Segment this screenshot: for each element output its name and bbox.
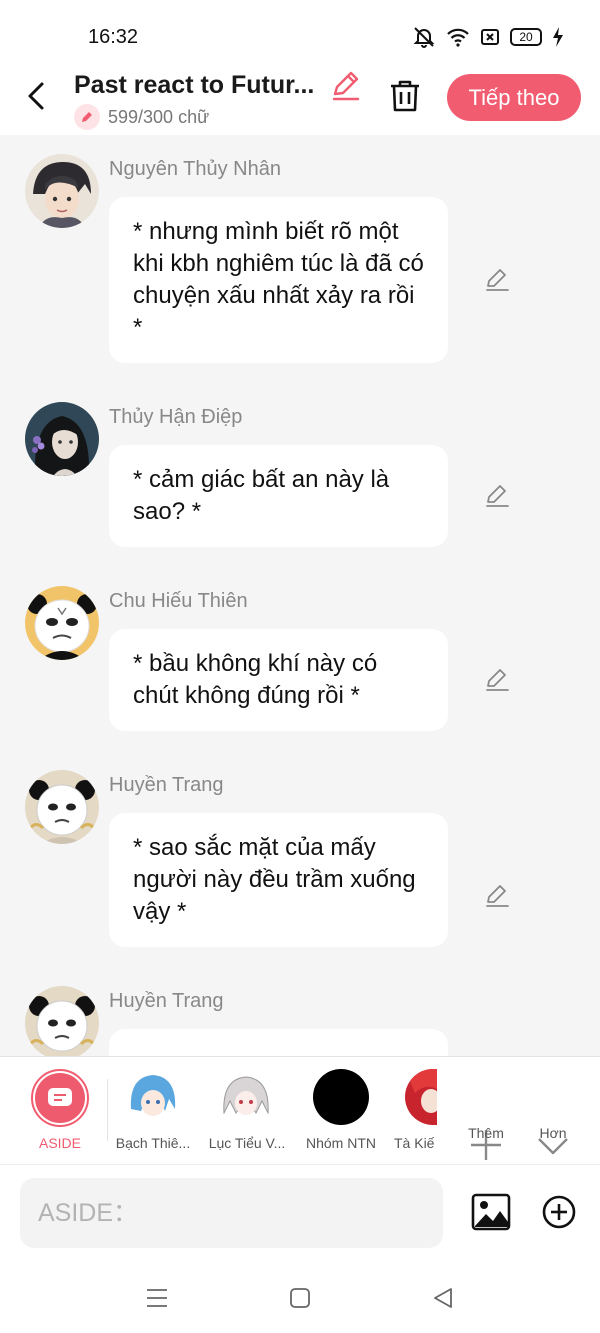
character-avatar[interactable] — [313, 1069, 369, 1125]
edit-message-icon[interactable] — [484, 266, 510, 292]
edit-title-button[interactable] — [330, 70, 362, 102]
system-nav-bar — [0, 1260, 600, 1333]
mute-bell-icon — [413, 27, 435, 48]
next-button[interactable]: Tiếp theo — [447, 74, 581, 121]
avatar[interactable] — [25, 154, 99, 228]
avatar[interactable] — [25, 770, 99, 844]
input-bar — [0, 1164, 600, 1260]
character-bar: ASIDE Bạch Thiê... Lục Tiểu V... Nhóm NT… — [0, 1056, 600, 1164]
character-avatar[interactable] — [125, 1069, 181, 1125]
header: Past react to Futur... 599/300 chữ Tiếp … — [0, 60, 600, 135]
message-bubble[interactable]: * bầu không khí này có chút không đúng r… — [109, 629, 448, 731]
edit-message-icon[interactable] — [484, 482, 510, 508]
menu-icon[interactable] — [145, 1286, 169, 1310]
charging-icon — [553, 27, 563, 47]
more-label[interactable]: Hơn — [528, 1125, 578, 1141]
delete-button[interactable] — [388, 78, 422, 114]
avatar[interactable] — [25, 402, 99, 476]
character-label: Nhóm NTN — [305, 1135, 376, 1151]
character-avatar[interactable] — [405, 1069, 437, 1125]
avatar[interactable] — [25, 986, 99, 1056]
back-nav-icon[interactable] — [431, 1286, 455, 1310]
character-label: Lục Tiểu V... — [208, 1135, 286, 1151]
status-time: 16:32 — [88, 26, 139, 48]
sender-name: Thủy Hận Điệp — [109, 406, 243, 428]
battery-icon: 20 — [510, 28, 542, 46]
edit-message-icon[interactable] — [484, 882, 510, 908]
status-icons: 20 — [412, 26, 564, 48]
character-label: Tà Kiế — [394, 1135, 434, 1151]
sender-name: Nguyên Thủy Nhân — [109, 158, 281, 180]
add-character-label[interactable]: Thêm — [458, 1125, 514, 1141]
chat-list[interactable]: Nguyên Thủy Nhân * nhưng mình biết rõ mộ… — [0, 135, 600, 1056]
character-avatar[interactable] — [218, 1069, 274, 1125]
word-count-label: 599/300 chữ — [108, 106, 210, 127]
avatar[interactable] — [25, 586, 99, 660]
message-input[interactable] — [20, 1178, 443, 1248]
message-bubble[interactable]: * sao sắc mặt của mấy người này đều trầm… — [109, 813, 448, 947]
edit-message-icon[interactable] — [484, 666, 510, 692]
pen-icon — [74, 104, 100, 130]
sim-off-icon — [481, 29, 499, 45]
character-label: Bạch Thiê... — [115, 1135, 191, 1151]
sender-name: Huyền Trang — [109, 774, 224, 796]
divider — [107, 1079, 108, 1141]
message-bubble[interactable] — [109, 1029, 448, 1056]
add-icon[interactable] — [542, 1195, 576, 1229]
wifi-icon — [447, 28, 469, 47]
back-button[interactable] — [22, 78, 52, 114]
character-label: ASIDE — [38, 1135, 81, 1151]
image-icon[interactable] — [471, 1193, 511, 1231]
message-bubble[interactable]: * cảm giác bất an này là sao? * — [109, 445, 448, 547]
aside-chat-icon — [48, 1088, 72, 1106]
message-bubble[interactable]: * nhưng mình biết rõ một khi kbh nghiêm … — [109, 197, 448, 363]
sender-name: Chu Hiếu Thiên — [109, 590, 248, 612]
story-title: Past react to Futur... — [74, 71, 315, 99]
home-icon[interactable] — [288, 1286, 312, 1310]
word-count: 599/300 chữ — [74, 104, 209, 130]
sender-name: Huyền Trang — [109, 990, 224, 1012]
character-aside[interactable] — [31, 1069, 89, 1127]
